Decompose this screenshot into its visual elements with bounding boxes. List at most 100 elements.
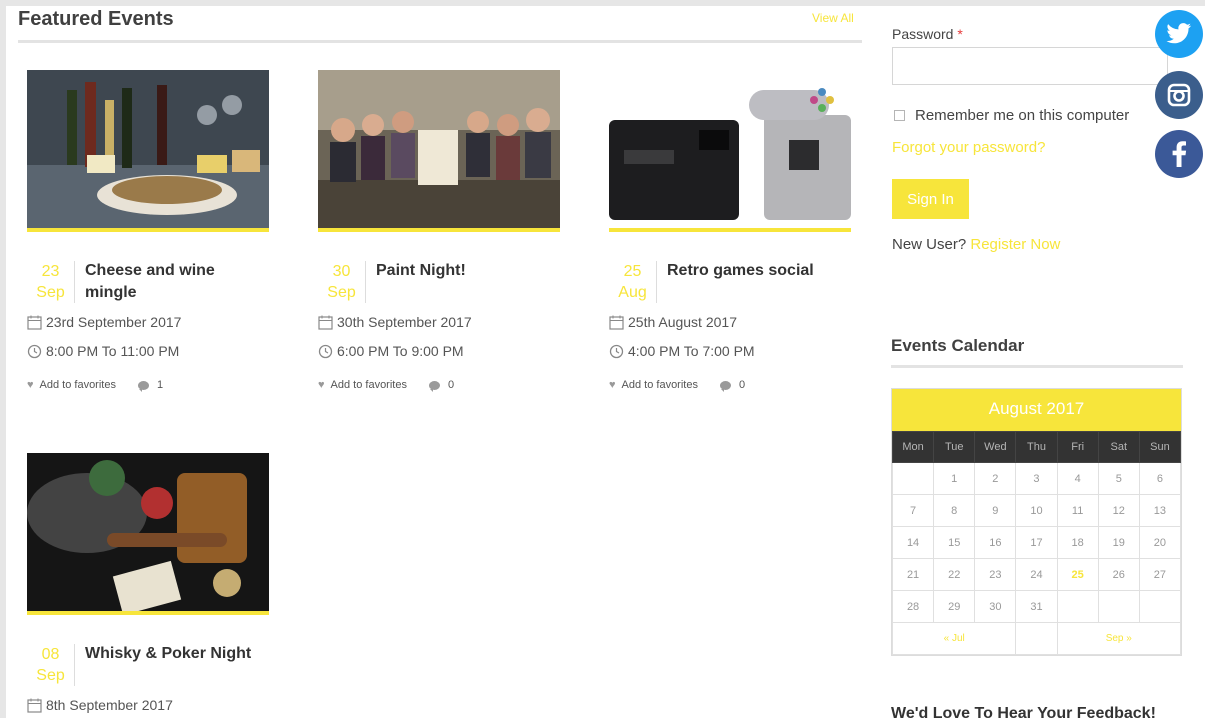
calendar-prev-month[interactable]: « Jul — [891, 622, 1017, 655]
event-date-text: 23rd September 2017 — [46, 314, 182, 330]
event-card[interactable]: 25 Aug Retro games social 25th August 20… — [609, 70, 851, 410]
calendar-day[interactable]: 22 — [933, 558, 976, 591]
event-image-underline — [27, 611, 269, 615]
event-actions: ♥ Add to favorites 0 — [609, 379, 745, 392]
register-now-link[interactable]: Register Now — [970, 236, 1060, 253]
event-title[interactable]: Cheese and wine mingle — [85, 260, 265, 304]
calendar-day[interactable]: 19 — [1097, 526, 1140, 559]
calendar-day[interactable]: 12 — [1097, 494, 1140, 527]
event-image-paint-night[interactable] — [318, 70, 560, 228]
event-day: 25 — [623, 263, 642, 280]
calendar-day[interactable]: 2 — [974, 462, 1017, 495]
calendar-day[interactable]: 29 — [933, 590, 976, 623]
event-day: 23 — [41, 263, 60, 280]
event-title[interactable]: Whisky & Poker Night — [85, 643, 265, 665]
calendar-day[interactable]: 21 — [891, 558, 935, 591]
calendar-day[interactable]: 6 — [1138, 462, 1182, 495]
calendar-week-row: 14 15 16 17 18 19 20 — [891, 526, 1182, 559]
new-user-row: New User? Register Now — [892, 236, 1060, 253]
calendar-day[interactable]: 17 — [1015, 526, 1058, 559]
calendar-weekday: Mon — [891, 431, 935, 463]
featured-events-title: Featured Events — [18, 8, 174, 30]
calendar-day[interactable]: 26 — [1097, 558, 1140, 591]
clock-icon — [609, 344, 624, 358]
event-time-row: 6:00 PM To 9:00 PM — [318, 343, 464, 359]
event-image-whisky-poker[interactable] — [27, 453, 269, 611]
heart-icon[interactable]: ♥ — [609, 379, 616, 391]
comment-icon[interactable] — [719, 380, 731, 392]
calendar-day[interactable]: 30 — [974, 590, 1017, 623]
calendar-weekday: Sun — [1138, 431, 1182, 463]
calendar-day[interactable]: 23 — [974, 558, 1017, 591]
calendar-day[interactable]: 3 — [1015, 462, 1058, 495]
event-image-cheese-wine[interactable] — [27, 70, 269, 228]
calendar-day[interactable]: 27 — [1138, 558, 1182, 591]
add-to-favorites-link[interactable]: Add to favorites — [622, 379, 698, 391]
add-to-favorites-link[interactable]: Add to favorites — [40, 379, 116, 391]
event-month: Sep — [36, 284, 65, 301]
remember-me-row[interactable]: Remember me on this computer — [894, 107, 1129, 124]
top-frame — [0, 0, 1205, 6]
remember-me-checkbox[interactable] — [894, 110, 905, 121]
event-time-row: 8:00 PM To 11:00 PM — [27, 343, 179, 359]
calendar-day[interactable]: 15 — [933, 526, 976, 559]
calendar-day[interactable]: 14 — [891, 526, 935, 559]
calendar-weekday: Tue — [933, 431, 976, 463]
forgot-password-link[interactable]: Forgot your password? — [892, 139, 1045, 156]
comment-icon[interactable] — [137, 380, 149, 392]
feedback-title: We'd Love To Hear Your Feedback! — [891, 705, 1156, 718]
calendar-day[interactable]: 16 — [974, 526, 1017, 559]
calendar-day[interactable]: 13 — [1138, 494, 1182, 527]
event-card[interactable]: 30 Sep Paint Night! 30th September 2017 … — [318, 70, 560, 410]
event-title[interactable]: Paint Night! — [376, 260, 556, 282]
comment-count: 1 — [156, 379, 164, 391]
event-card[interactable]: 23 Sep Cheese and wine mingle 23rd Septe… — [27, 70, 269, 410]
calendar-day[interactable]: 10 — [1015, 494, 1058, 527]
instagram-icon[interactable] — [1155, 71, 1203, 119]
calendar-day[interactable]: 20 — [1138, 526, 1182, 559]
calendar-day[interactable]: 28 — [891, 590, 935, 623]
calendar-weekday: Sat — [1097, 431, 1140, 463]
calendar-next-month[interactable]: Sep » — [1056, 622, 1182, 655]
event-date-row: 25th August 2017 — [609, 314, 737, 330]
events-calendar-title: Events Calendar — [891, 336, 1025, 355]
heart-icon[interactable]: ♥ — [318, 379, 325, 391]
view-all-link[interactable]: View All — [812, 11, 854, 25]
facebook-icon[interactable] — [1155, 130, 1203, 178]
add-to-favorites-link[interactable]: Add to favorites — [331, 379, 407, 391]
calendar-day[interactable]: 9 — [974, 494, 1017, 527]
password-input[interactable] — [892, 47, 1168, 85]
calendar-day[interactable]: 18 — [1056, 526, 1099, 559]
calendar-day[interactable]: 31 — [1015, 590, 1058, 623]
calendar-icon — [318, 315, 333, 330]
calendar-day[interactable]: 24 — [1015, 558, 1058, 591]
calendar-nav-spacer — [1015, 622, 1058, 655]
calendar-day[interactable]: 25 — [1056, 558, 1099, 591]
event-day: 08 — [41, 646, 60, 663]
calendar-day[interactable]: 4 — [1056, 462, 1099, 495]
comment-icon[interactable] — [428, 380, 440, 392]
new-user-text: New User? — [892, 236, 967, 253]
calendar-week-row: 7 8 9 10 11 12 13 — [891, 494, 1182, 527]
calendar-day[interactable]: 1 — [933, 462, 976, 495]
calendar-icon — [27, 698, 42, 713]
calendar-weekday: Fri — [1056, 431, 1099, 463]
sign-in-button[interactable]: Sign In — [892, 179, 969, 219]
twitter-icon[interactable] — [1155, 10, 1203, 58]
event-image-retro-games[interactable] — [609, 70, 851, 228]
event-date-text: 8th September 2017 — [46, 697, 173, 713]
calendar-icon — [27, 315, 42, 330]
calendar-day[interactable]: 5 — [1097, 462, 1140, 495]
calendar-day[interactable]: 7 — [891, 494, 935, 527]
calendar-week-row: 21 22 23 24 25 26 27 — [891, 558, 1182, 591]
calendar-day[interactable]: 8 — [933, 494, 976, 527]
event-title[interactable]: Retro games social — [667, 260, 847, 282]
clock-icon — [318, 344, 333, 358]
calendar-week-row: 28 29 30 31 — [891, 590, 1182, 623]
calendar-day[interactable]: 11 — [1056, 494, 1099, 527]
event-image-underline — [27, 228, 269, 232]
event-card[interactable]: 08 Sep Whisky & Poker Night 8th Septembe… — [27, 453, 269, 718]
event-date-row: 23rd September 2017 — [27, 314, 181, 330]
event-month: Sep — [36, 667, 65, 684]
heart-icon[interactable]: ♥ — [27, 379, 34, 391]
